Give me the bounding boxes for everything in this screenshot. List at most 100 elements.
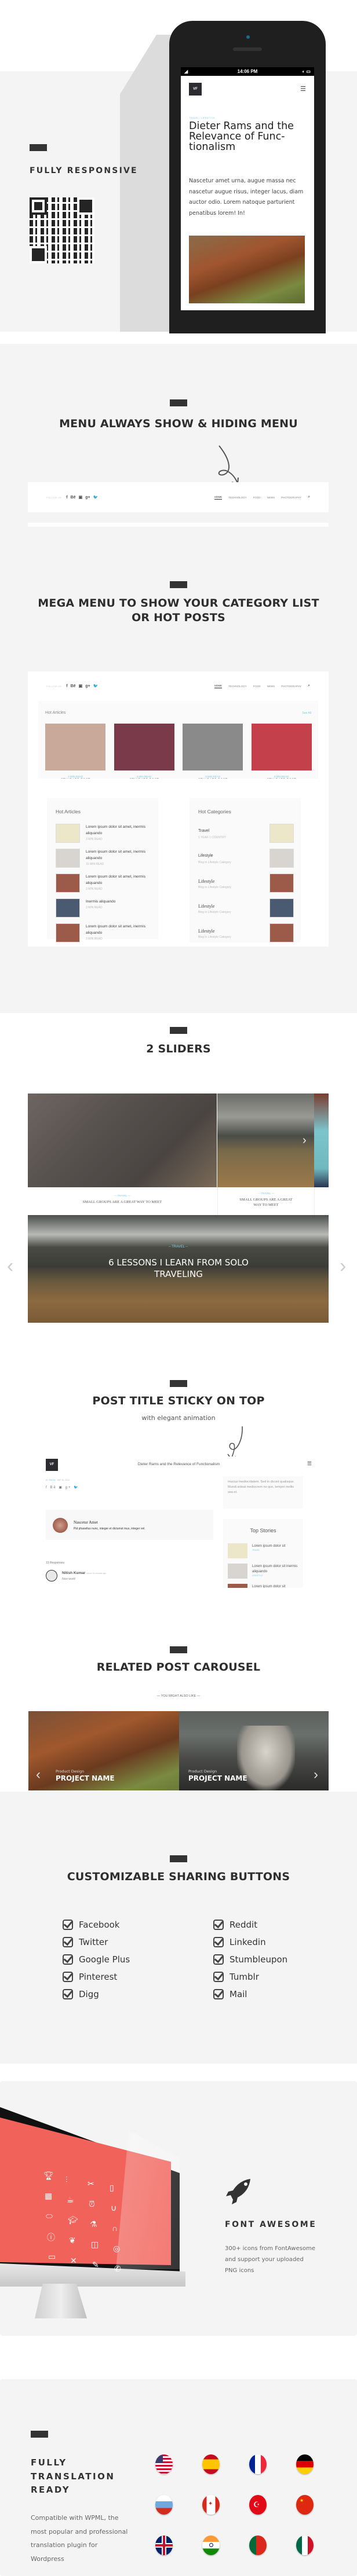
menu-item-home[interactable]: HOME [214, 496, 223, 500]
hot-article-thumb[interactable] [45, 724, 105, 770]
hot-article-thumb[interactable] [251, 724, 312, 770]
hot-article-title[interactable]: Lorem ipsum dolor sit amet, inermis aliq… [86, 849, 150, 861]
hot-article-thumb[interactable] [56, 874, 80, 893]
hot-article-title[interactable]: Lorem ipsum dolor sit amet, inermis aliq… [86, 824, 150, 836]
site-logo[interactable]: VF [189, 83, 202, 96]
flag-germany[interactable] [296, 2454, 314, 2474]
slider-next-arrow[interactable]: › [340, 1256, 346, 1276]
menu-item-news[interactable]: NEWS [267, 496, 275, 499]
google-plus-icon[interactable]: g+ [85, 684, 90, 688]
slide-title[interactable]: 6 LESSONS I LEARN FROM SOLO TRAVELING [97, 1257, 260, 1280]
hot-article-card[interactable]: 3 MIN READSTANDARD POST [114, 724, 174, 782]
checkbox-checked-icon[interactable] [63, 1920, 73, 1930]
checkbox-checked-icon[interactable] [63, 1972, 73, 1982]
top-story-item[interactable]: Lorem ipsum dolor sit inermis aliquando L… [228, 1564, 300, 1580]
checkbox-checked-icon[interactable] [213, 1954, 224, 1965]
hot-category-thumb[interactable] [269, 849, 294, 868]
hot-category-thumb[interactable] [269, 898, 294, 918]
flag-canada[interactable]: ✦ [202, 2495, 220, 2515]
search-icon[interactable]: ⌕ [308, 684, 310, 688]
flag-france[interactable] [249, 2454, 267, 2474]
menu-item-photography[interactable]: PHOTOGRAPHY [281, 496, 301, 499]
hot-category-item[interactable]: Lifestyle Blog in Lifestyle Category [198, 874, 294, 893]
top-story-category[interactable]: TRAVEL [252, 1549, 260, 1551]
post-title[interactable]: Dieter Rams and the Relevance of Func- t… [189, 121, 308, 152]
flag-russia[interactable] [155, 2495, 173, 2515]
hot-article-thumb[interactable] [114, 724, 174, 770]
sticky-post-title[interactable]: Dieter Rams and the Relevance of Functio… [28, 1462, 329, 1466]
slide-image-mountain[interactable] [217, 1093, 314, 1187]
checkbox-checked-icon[interactable] [213, 1920, 224, 1930]
flag-portugal[interactable] [249, 2535, 267, 2555]
hot-article-title[interactable]: Lorem ipsum dolor sit amet, inermis aliq… [86, 874, 150, 886]
author-avatar[interactable] [53, 1518, 68, 1533]
hot-article-item[interactable]: Lorem ipsum dolor sit amet, inermis aliq… [56, 874, 154, 893]
search-icon[interactable]: ⌕ [308, 495, 310, 500]
checkbox-checked-icon[interactable] [63, 1954, 73, 1965]
related-post-card[interactable]: Product Design PROJECT NAME ‹ [28, 1711, 179, 1790]
hot-category-thumb[interactable] [269, 874, 294, 893]
top-story-thumb[interactable] [228, 1564, 247, 1579]
menu-item-photography[interactable]: PHOTOGRAPHY [281, 685, 301, 688]
share-option-stumbleupon[interactable]: Stumbleupon [213, 1951, 287, 1968]
slider-prev-arrow[interactable]: ‹ [7, 1256, 13, 1276]
related-post-category[interactable]: Product Design [56, 1769, 84, 1774]
hot-article-card[interactable]: 3 MIN READSTANDARD POST [45, 724, 105, 782]
behance-icon[interactable]: Bē [71, 496, 76, 500]
facebook-icon[interactable]: f [66, 684, 67, 688]
hot-article-item[interactable]: Inermis aliquando 3 MIN READ [56, 898, 154, 918]
menu-item-home[interactable]: HOME [214, 684, 223, 688]
flag-china[interactable]: ★ [296, 2495, 314, 2515]
hot-category-thumb[interactable] [269, 923, 294, 942]
top-story-thumb[interactable] [228, 1584, 247, 1588]
hot-article-title[interactable]: Inermis aliquando [86, 898, 150, 905]
slide-image-stuffed-elephant[interactable] [28, 1093, 217, 1187]
flag-turkey[interactable]: ☪ [249, 2495, 267, 2515]
flag-mexico[interactable] [296, 2535, 314, 2555]
youtube-icon[interactable]: ▣ [79, 495, 83, 500]
youtube-icon[interactable]: ▣ [79, 684, 83, 688]
share-option-digg[interactable]: Digg [63, 1986, 130, 2003]
see-all-link[interactable]: See All [302, 711, 311, 715]
top-story-title[interactable]: Lorem ipsum dolor sit [252, 1544, 298, 1549]
top-story-item[interactable]: Lorem ipsum dolor sitTRAVEL [228, 1543, 300, 1559]
hot-article-thumb[interactable] [56, 849, 80, 868]
hot-article-thumb[interactable] [56, 824, 80, 843]
checkbox-checked-icon[interactable] [213, 1937, 224, 1947]
twitter-icon[interactable]: 🐦 [93, 684, 99, 688]
hot-category-name[interactable]: Lifestyle [198, 854, 213, 858]
hot-category-name[interactable]: Lifestyle [198, 879, 214, 884]
share-option-mail[interactable]: Mail [213, 1986, 287, 2003]
hot-article-thumb[interactable] [56, 898, 80, 918]
menu-item-news[interactable]: NEWS [267, 685, 275, 688]
share-option-pinterest[interactable]: Pinterest [63, 1968, 130, 1986]
hot-article-item[interactable]: Lorem ipsum dolor sit amet, inermis aliq… [56, 923, 154, 943]
flag-united-kingdom[interactable] [155, 2535, 173, 2555]
slide-category[interactable]: — TRAVEL — [28, 1194, 217, 1197]
checkbox-checked-icon[interactable] [213, 1989, 224, 1999]
share-option-linkedin[interactable]: Linkedin [213, 1933, 287, 1951]
hot-category-name[interactable]: Travel [198, 829, 209, 833]
menu-item-technology[interactable]: TECHNOLOGY [228, 685, 247, 688]
post-author-link[interactable]: RWSM [49, 1479, 56, 1481]
checkbox-checked-icon[interactable] [213, 1972, 224, 1982]
hot-article-item[interactable]: Lorem ipsum dolor sit amet, inermis aliq… [56, 849, 154, 868]
flag-united-states[interactable] [155, 2454, 173, 2474]
share-option-reddit[interactable]: Reddit [213, 1916, 287, 1933]
menu-item-food[interactable]: FOOD [253, 685, 261, 688]
flag-india[interactable] [202, 2535, 220, 2555]
share-option-twitter[interactable]: Twitter [63, 1933, 130, 1951]
slider-two[interactable]: – TRAVEL – 6 LESSONS I LEARN FROM SOLO T… [28, 1215, 329, 1323]
hot-category-thumb[interactable] [269, 824, 294, 843]
related-post-category[interactable]: Product Design [188, 1769, 217, 1774]
menu-item-food[interactable]: FOOD [253, 496, 261, 499]
google-plus-icon[interactable]: g+ [85, 496, 90, 500]
hamburger-menu-icon[interactable]: ☰ [300, 85, 306, 93]
checkbox-checked-icon[interactable] [63, 1989, 73, 1999]
share-option-facebook[interactable]: Facebook [63, 1916, 130, 1933]
related-post-name[interactable]: PROJECT NAME [188, 1774, 247, 1782]
hot-category-item[interactable]: Lifestyle Blog in Lifestyle Category [198, 923, 294, 943]
slide-title[interactable]: SMALL GROUPS ARE A GREAT WAY TO MEET [28, 1200, 217, 1204]
post-category[interactable]: TRAVEL / LIFESTYLE [189, 116, 215, 119]
qr-code[interactable] [30, 197, 94, 263]
